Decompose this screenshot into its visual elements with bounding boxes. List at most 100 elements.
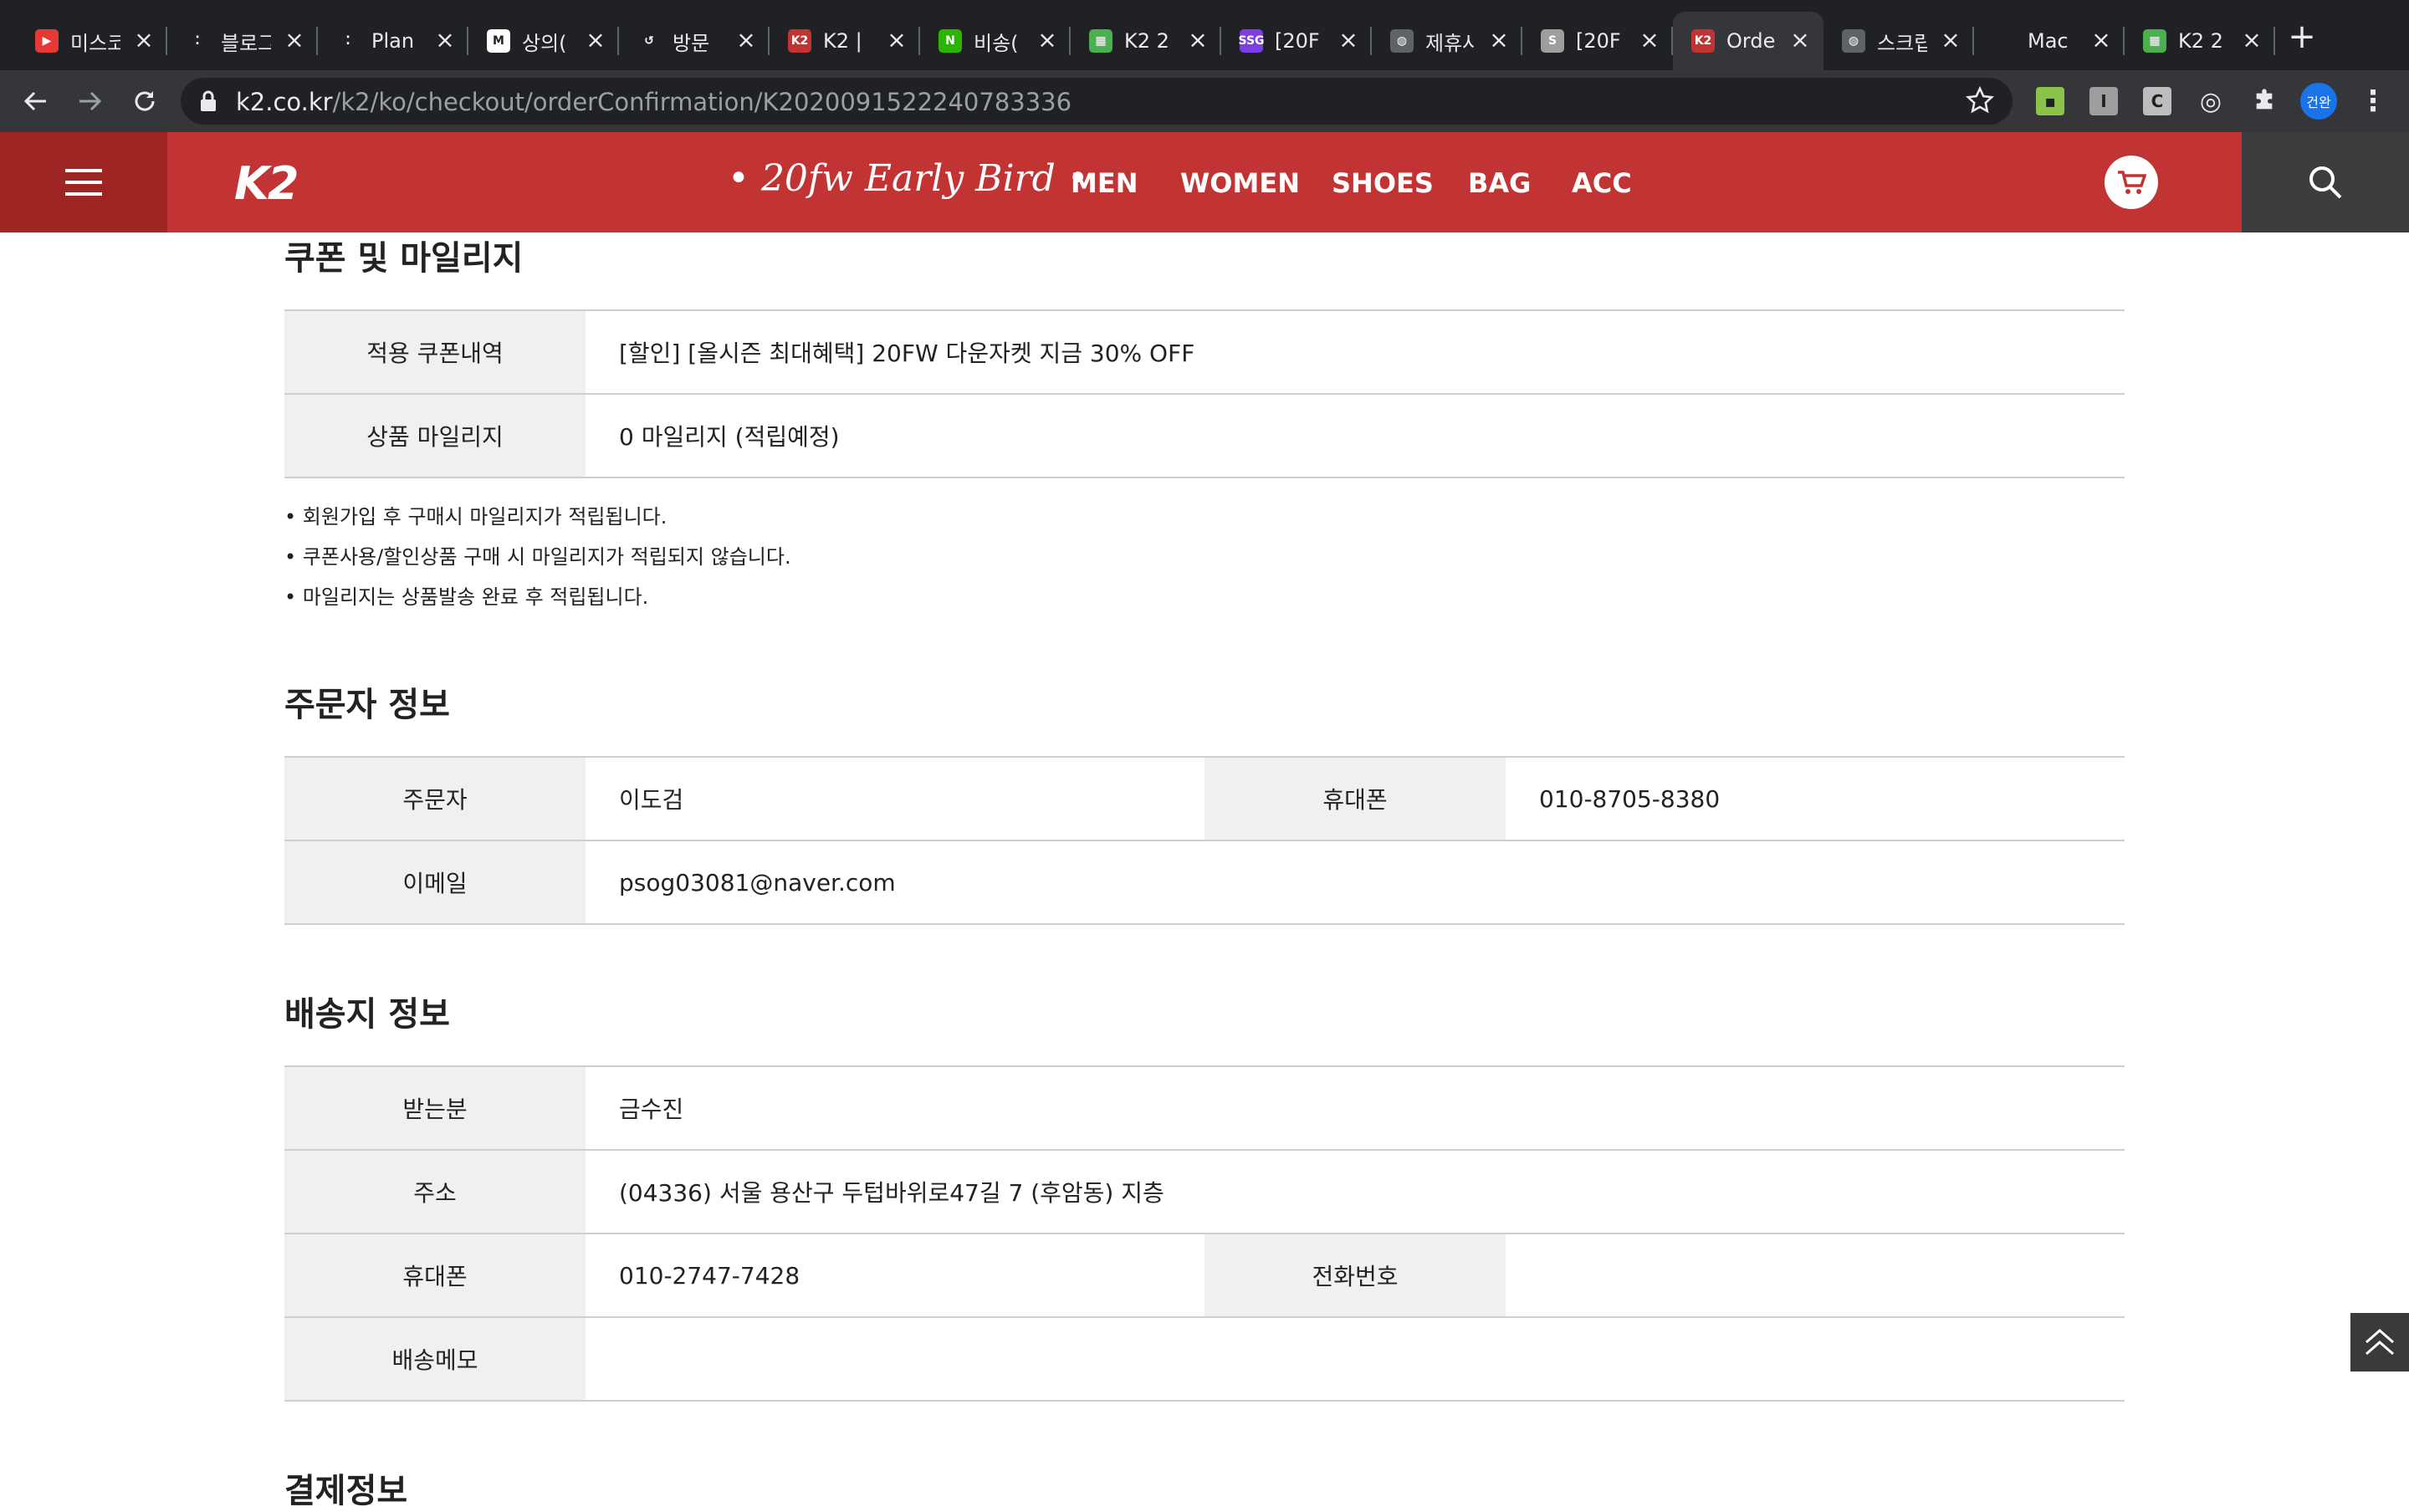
tab-title: [20F bbox=[1576, 29, 1621, 53]
tab-favicon-icon: S bbox=[1541, 29, 1564, 53]
orderer-name-label: 주문자 bbox=[284, 758, 586, 840]
tab-close-icon[interactable]: × bbox=[734, 28, 758, 52]
tab-title: K2 2 bbox=[2178, 29, 2223, 53]
orderer-table: 주문자 이도검 휴대폰 010-8705-8380 이메일 psog03081@… bbox=[284, 756, 2125, 925]
delivery-memo-label: 배송메모 bbox=[284, 1318, 586, 1400]
mileage-notes: 회원가입 후 구매시 마일리지가 적립됩니다. 쿠폰사용/할인상품 구매 시 마… bbox=[284, 497, 791, 617]
browser-tab[interactable]: ◍ 스크립 × bbox=[1823, 12, 1974, 70]
table-row: 적용 쿠폰내역 [할인] [올시즌 최대혜택] 20FW 다운자켓 지금 30%… bbox=[284, 311, 2125, 395]
address-label: 주소 bbox=[284, 1151, 586, 1233]
recipient-mobile-value: 010-2747-7428 bbox=[619, 1261, 800, 1290]
tab-close-icon[interactable]: × bbox=[885, 28, 908, 52]
browser-tab[interactable]: ⁚ 블로그 × bbox=[167, 12, 318, 70]
coupon-table: 적용 쿠폰내역 [할인] [올시즌 최대혜택] 20FW 다운자켓 지금 30%… bbox=[284, 309, 2125, 478]
bookmark-star-icon[interactable] bbox=[1965, 85, 1995, 118]
tab-favicon-icon: M bbox=[487, 29, 510, 53]
browser-tab[interactable]: ▦ K2 2 × bbox=[1071, 12, 1221, 70]
browser-tab[interactable]: K2 Orde × bbox=[1673, 12, 1823, 70]
extension-icon[interactable]: I bbox=[2089, 87, 2118, 115]
extension-icon[interactable]: C bbox=[2143, 87, 2171, 115]
search-button[interactable] bbox=[2242, 132, 2409, 232]
cart-icon bbox=[2118, 171, 2146, 194]
address-value: (04336) 서울 용산구 두텁바위로47길 7 (후암동) 지층 bbox=[619, 1179, 1164, 1207]
extension-icon[interactable]: ▪ bbox=[2036, 87, 2064, 115]
site-header: K2 • 20fw Early Bird • MEN WOMEN SHOES B… bbox=[0, 132, 2409, 232]
tab-close-icon[interactable]: × bbox=[1036, 28, 1059, 52]
tab-close-icon[interactable]: × bbox=[433, 28, 457, 52]
table-row: 상품 마일리지 0 마일리지 (적립예정) bbox=[284, 395, 2125, 478]
browser-tab[interactable]: S [20F × bbox=[1522, 12, 1673, 70]
table-row: 배송메모 bbox=[284, 1318, 2125, 1402]
new-tab-icon[interactable]: + bbox=[2284, 18, 2320, 55]
browser-tab[interactable]: ◍ 제휴사 × bbox=[1372, 12, 1522, 70]
delivery-memo-value bbox=[586, 1318, 2125, 1400]
url-text: k2.co.kr/k2/ko/checkout/orderConfirmatio… bbox=[236, 88, 1072, 116]
tab-title: 스크립 bbox=[1877, 31, 1927, 55]
promo-banner-link[interactable]: • 20fw Early Bird • bbox=[728, 157, 1089, 200]
nav-women[interactable]: WOMEN bbox=[1180, 167, 1300, 199]
browser-tab[interactable]: SSG [20F × bbox=[1221, 12, 1372, 70]
orderer-section-title: 주문자 정보 bbox=[284, 686, 450, 724]
tab-close-icon[interactable]: × bbox=[1638, 28, 1661, 52]
applied-coupon-label: 적용 쿠폰내역 bbox=[284, 311, 586, 393]
cart-button[interactable] bbox=[2105, 156, 2158, 209]
hamburger-icon bbox=[65, 169, 102, 196]
tab-close-icon[interactable]: × bbox=[2240, 28, 2263, 52]
browser-tab[interactable]: M 상의( × bbox=[468, 12, 619, 70]
browser-tab[interactable]: ↺ 방문 × bbox=[619, 12, 770, 70]
tab-close-icon[interactable]: × bbox=[2089, 28, 2113, 52]
tab-favicon-icon: SSG bbox=[1238, 29, 1265, 53]
double-chevron-up-icon bbox=[2366, 1329, 2394, 1356]
k2-logo[interactable]: K2 bbox=[234, 157, 299, 210]
nav-acc[interactable]: ACC bbox=[1572, 167, 1632, 199]
browser-tab[interactable]: ⁚ Plan × bbox=[318, 12, 468, 70]
extension-icon[interactable]: ◎ bbox=[2197, 87, 2225, 116]
tab-close-icon[interactable]: × bbox=[1337, 28, 1360, 52]
nav-bag[interactable]: BAG bbox=[1468, 167, 1531, 199]
tab-close-icon[interactable]: × bbox=[1186, 28, 1210, 52]
browser-toolbar: k2.co.kr/k2/ko/checkout/orderConfirmatio… bbox=[0, 70, 2409, 132]
tab-title: 제휴사 bbox=[1425, 31, 1476, 55]
recipient-mobile-label: 휴대폰 bbox=[284, 1234, 586, 1316]
tab-close-icon[interactable]: × bbox=[1939, 28, 1962, 52]
tab-favicon-icon: N bbox=[939, 29, 962, 53]
orderer-email-value: psog03081@naver.com bbox=[619, 868, 896, 896]
table-row: 이메일 psog03081@naver.com bbox=[284, 841, 2125, 925]
recipient-value: 금수진 bbox=[619, 1096, 684, 1123]
browser-tab[interactable]: Mac × bbox=[1974, 12, 2125, 70]
mileage-value: 0 마일리지 (적립예정) bbox=[619, 423, 840, 451]
tab-close-icon[interactable]: × bbox=[1487, 28, 1511, 52]
browser-tab[interactable]: ▶ 미스코 × bbox=[17, 12, 167, 70]
recipient-tel-label: 전화번호 bbox=[1204, 1234, 1506, 1316]
tab-favicon-icon: ◍ bbox=[1842, 29, 1865, 53]
tab-favicon-icon: ↺ bbox=[637, 29, 661, 53]
tab-title: 방문 bbox=[673, 31, 710, 55]
nav-shoes[interactable]: SHOES bbox=[1332, 167, 1434, 199]
table-row: 주문자 이도검 휴대폰 010-8705-8380 bbox=[284, 758, 2125, 841]
tab-favicon-icon: ▶ bbox=[35, 29, 59, 53]
nav-men[interactable]: MEN bbox=[1071, 167, 1138, 199]
address-bar[interactable]: k2.co.kr/k2/ko/checkout/orderConfirmatio… bbox=[181, 78, 2013, 125]
tab-close-icon[interactable]: × bbox=[584, 28, 607, 52]
browser-tab[interactable]: N 비송(× bbox=[920, 12, 1071, 70]
tab-separator bbox=[2273, 27, 2275, 55]
tab-close-icon[interactable]: × bbox=[1788, 28, 1812, 52]
tab-close-icon[interactable]: × bbox=[283, 28, 306, 52]
tab-title: 상의( bbox=[522, 31, 567, 55]
tab-close-icon[interactable]: × bbox=[132, 28, 156, 52]
scroll-to-top-button[interactable] bbox=[2350, 1313, 2409, 1372]
browser-tab[interactable]: K2 K2 | × bbox=[770, 12, 920, 70]
back-icon[interactable] bbox=[17, 82, 55, 120]
lock-icon bbox=[199, 89, 217, 116]
tab-title: Plan bbox=[371, 29, 415, 53]
applied-coupon-value: [할인] [올시즌 최대혜택] 20FW 다운자켓 지금 30% OFF bbox=[619, 340, 1195, 367]
more-menu-icon[interactable]: ⋮ bbox=[2359, 84, 2387, 118]
table-row: 주소 (04336) 서울 용산구 두텁바위로47길 7 (후암동) 지층 bbox=[284, 1151, 2125, 1234]
mileage-label: 상품 마일리지 bbox=[284, 395, 586, 477]
browser-tab[interactable]: ▦ K2 2 × bbox=[2125, 12, 2275, 70]
profile-avatar[interactable]: 건완 bbox=[2300, 83, 2337, 120]
forward-icon[interactable] bbox=[70, 82, 109, 120]
reload-icon[interactable] bbox=[125, 82, 164, 120]
hamburger-menu-button[interactable] bbox=[0, 132, 167, 232]
puzzle-icon[interactable] bbox=[2250, 87, 2279, 115]
